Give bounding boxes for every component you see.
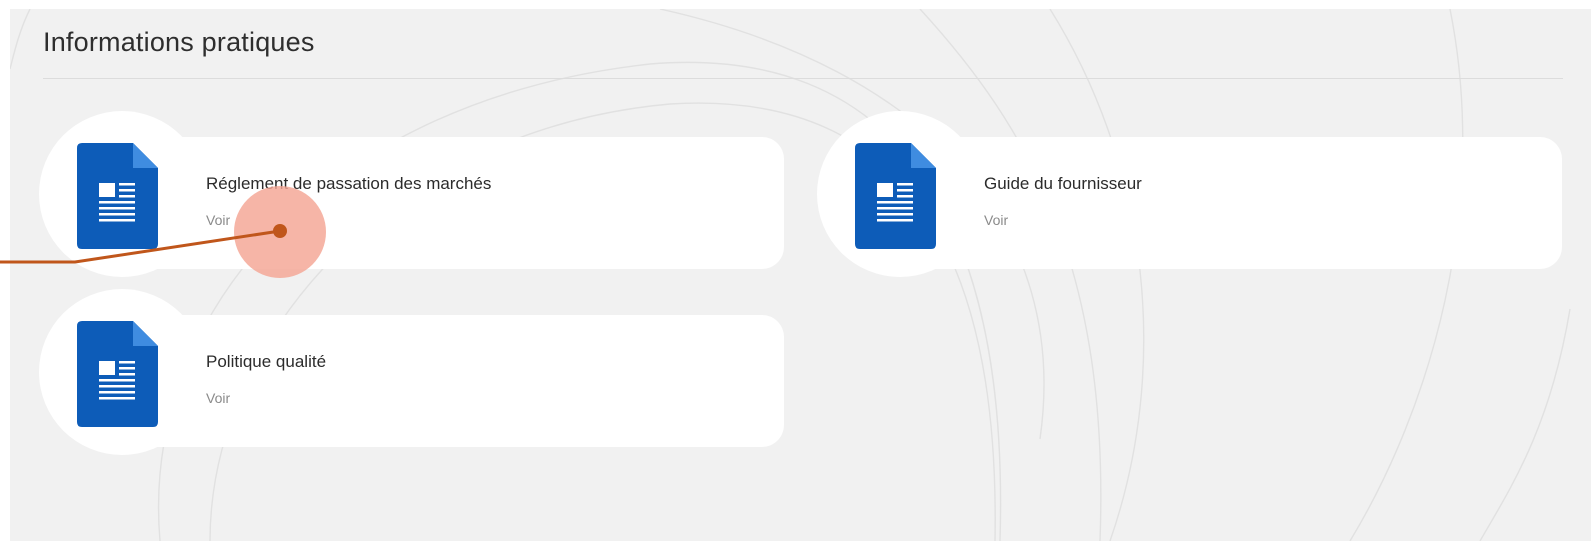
document-title[interactable]: Guide du fournisseur [984,174,1142,194]
view-link[interactable]: Voir [984,212,1008,228]
document-title[interactable]: Réglement de passation des marchés [206,174,491,194]
document-card-guide[interactable]: Guide du fournisseur Voir [817,111,1562,277]
card-background [119,315,784,447]
document-card-reglement[interactable]: Réglement de passation des marchés Voir [39,111,784,277]
card-background [897,137,1562,269]
document-icon [77,321,158,427]
document-icon [77,143,158,249]
view-link[interactable]: Voir [206,390,230,406]
document-title[interactable]: Politique qualité [206,352,326,372]
section-divider [43,78,1563,79]
info-panel: Informations pratiques Réglement de pass… [10,9,1591,541]
view-link[interactable]: Voir [206,212,230,228]
document-icon [855,143,936,249]
card-background [119,137,784,269]
document-card-politique[interactable]: Politique qualité Voir [39,289,784,455]
section-title: Informations pratiques [43,27,315,57]
